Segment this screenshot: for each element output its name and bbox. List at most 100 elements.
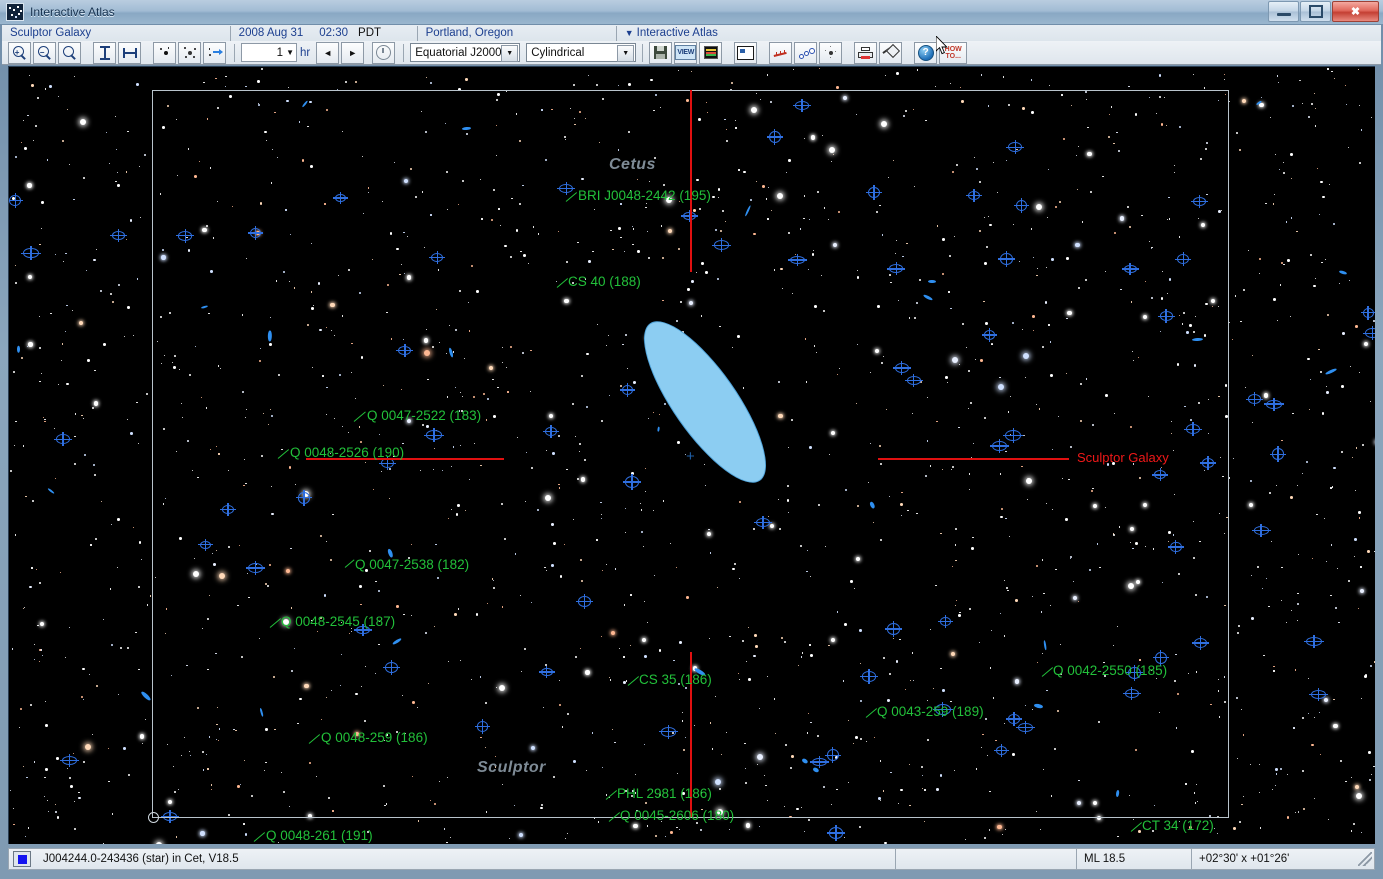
star[interactable] (1002, 834, 1003, 835)
star[interactable] (449, 325, 450, 326)
star[interactable] (522, 352, 524, 354)
star[interactable] (611, 631, 615, 635)
star[interactable] (1243, 734, 1244, 735)
star[interactable] (1361, 832, 1362, 833)
star[interactable] (989, 224, 992, 227)
galaxy-marker[interactable] (790, 256, 805, 264)
star[interactable] (225, 76, 227, 78)
star[interactable] (625, 508, 626, 509)
star[interactable] (1161, 467, 1162, 468)
star[interactable] (41, 373, 42, 374)
star[interactable] (1218, 679, 1219, 680)
star[interactable] (756, 181, 757, 182)
star[interactable] (486, 811, 487, 812)
star[interactable] (421, 111, 422, 112)
star[interactable] (689, 301, 693, 305)
star[interactable] (677, 773, 678, 774)
star[interactable] (442, 470, 443, 471)
star[interactable] (653, 110, 654, 111)
star[interactable] (1312, 558, 1313, 559)
star[interactable] (115, 181, 116, 182)
star[interactable] (1021, 466, 1022, 467)
star[interactable] (700, 829, 702, 831)
star[interactable] (979, 230, 981, 232)
star[interactable] (856, 557, 860, 561)
star[interactable] (72, 310, 73, 311)
star[interactable] (274, 112, 275, 113)
star[interactable] (1309, 409, 1310, 410)
star[interactable] (268, 424, 269, 425)
star[interactable] (984, 417, 986, 419)
star[interactable] (139, 541, 142, 544)
star[interactable] (396, 605, 399, 608)
star[interactable] (601, 420, 603, 422)
star[interactable] (753, 233, 756, 236)
star[interactable] (247, 573, 248, 574)
star[interactable] (207, 618, 209, 620)
star[interactable] (1259, 792, 1260, 793)
star[interactable] (1281, 567, 1282, 568)
star[interactable] (884, 842, 887, 844)
star[interactable] (47, 800, 48, 801)
star[interactable] (70, 785, 73, 788)
star[interactable] (261, 455, 263, 457)
star[interactable] (281, 772, 282, 773)
star[interactable] (186, 665, 187, 666)
star[interactable] (922, 788, 923, 789)
star[interactable] (177, 175, 178, 176)
star[interactable] (624, 251, 625, 252)
star[interactable] (422, 191, 423, 192)
galaxy-marker[interactable] (426, 430, 442, 440)
star[interactable] (778, 381, 780, 383)
star[interactable] (1105, 507, 1106, 508)
star[interactable] (187, 440, 189, 442)
star[interactable] (439, 342, 440, 343)
star[interactable] (1281, 440, 1283, 442)
star[interactable] (1151, 297, 1153, 299)
star[interactable] (265, 728, 268, 731)
star[interactable] (207, 768, 208, 769)
star[interactable] (242, 391, 244, 393)
star[interactable] (176, 836, 178, 838)
star[interactable] (110, 293, 112, 295)
star[interactable] (142, 743, 143, 744)
star[interactable] (525, 501, 527, 503)
star[interactable] (687, 288, 690, 291)
star[interactable] (970, 402, 972, 404)
save-button[interactable] (649, 42, 672, 64)
star[interactable] (1277, 320, 1278, 321)
star[interactable] (359, 585, 362, 588)
star[interactable] (1156, 113, 1157, 114)
star[interactable] (775, 733, 776, 734)
star[interactable] (424, 247, 425, 248)
star[interactable] (594, 209, 595, 210)
star[interactable] (1169, 218, 1171, 220)
star[interactable] (1068, 479, 1069, 480)
star[interactable] (402, 695, 403, 696)
star[interactable] (545, 495, 551, 501)
star[interactable] (766, 198, 767, 199)
star[interactable] (880, 800, 881, 801)
star[interactable] (473, 396, 475, 398)
star[interactable] (1359, 105, 1360, 106)
star[interactable] (179, 369, 180, 370)
star[interactable] (23, 445, 24, 446)
star[interactable] (645, 802, 647, 804)
star[interactable] (1208, 399, 1209, 400)
star[interactable] (162, 249, 165, 252)
star[interactable] (446, 171, 448, 173)
star[interactable] (956, 164, 958, 166)
star[interactable] (78, 797, 81, 800)
star[interactable] (108, 781, 109, 782)
star[interactable] (1130, 426, 1132, 428)
star[interactable] (228, 814, 230, 816)
star[interactable] (1338, 622, 1339, 623)
star[interactable] (1097, 543, 1099, 545)
star[interactable] (824, 207, 826, 209)
star[interactable] (190, 755, 191, 756)
star[interactable] (422, 424, 424, 426)
star[interactable] (896, 72, 899, 75)
star[interactable] (1315, 108, 1316, 109)
star[interactable] (19, 727, 20, 728)
star[interactable] (206, 225, 208, 227)
